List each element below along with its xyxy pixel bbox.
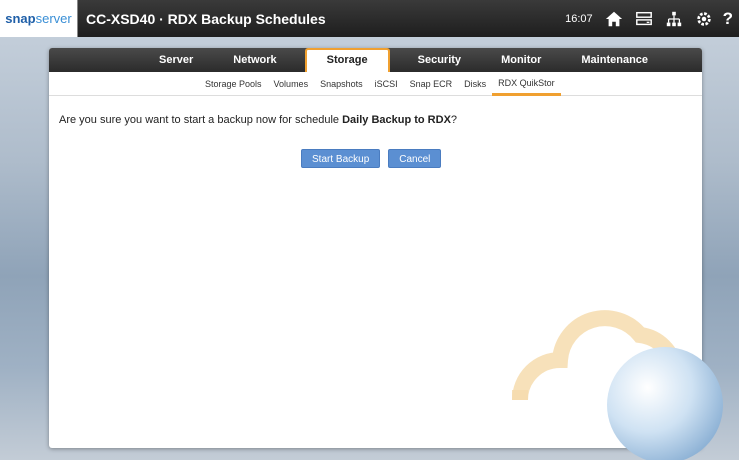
confirm-message: Are you sure you want to start a backup … — [59, 114, 457, 126]
subtab-rdx-quikstor[interactable]: RDX QuikStor — [492, 72, 561, 96]
subtab-storage-pools[interactable]: Storage Pools — [199, 72, 268, 96]
storage-icon[interactable] — [633, 8, 655, 30]
schedule-name: Daily Backup to RDX — [342, 114, 451, 126]
network-icon[interactable] — [663, 8, 685, 30]
settings-icon[interactable] — [693, 8, 715, 30]
tab-server[interactable]: Server — [139, 48, 213, 72]
snapserver-logo[interactable]: snap server — [0, 0, 78, 37]
subtab-volumes[interactable]: Volumes — [268, 72, 315, 96]
main-panel: Server Network Storage Security Monitor … — [49, 48, 702, 448]
subtab-iscsi[interactable]: iSCSI — [369, 72, 404, 96]
cancel-button[interactable]: Cancel — [388, 149, 442, 168]
subtab-disks[interactable]: Disks — [458, 72, 492, 96]
tab-storage[interactable]: Storage — [304, 48, 390, 72]
page-title: CC-XSD40 · RDX Backup Schedules — [86, 10, 326, 27]
logo-server-text: server — [35, 11, 72, 26]
sub-nav: Storage Pools Volumes Snapshots iSCSI Sn… — [49, 72, 702, 96]
subtab-snapshots[interactable]: Snapshots — [314, 72, 369, 96]
tab-monitor[interactable]: Monitor — [481, 48, 561, 72]
tab-network[interactable]: Network — [213, 48, 296, 72]
help-icon[interactable]: ? — [723, 9, 733, 29]
tab-security[interactable]: Security — [398, 48, 481, 72]
top-bar: snap server CC-XSD40 · RDX Backup Schedul… — [0, 0, 739, 37]
logo-snap-text: snap — [5, 11, 36, 26]
clock: 16:07 — [565, 12, 593, 25]
subtab-snap-ecr[interactable]: Snap ECR — [404, 72, 459, 96]
confirm-message-suffix: ? — [450, 114, 458, 126]
main-nav: Server Network Storage Security Monitor … — [49, 48, 702, 72]
tab-maintenance[interactable]: Maintenance — [561, 48, 668, 72]
confirm-message-prefix: Are you sure you want to start a backup … — [59, 114, 343, 126]
start-backup-button[interactable]: Start Backup — [301, 149, 381, 168]
home-icon[interactable] — [603, 8, 625, 30]
button-row: Start Backup Cancel — [301, 149, 442, 168]
